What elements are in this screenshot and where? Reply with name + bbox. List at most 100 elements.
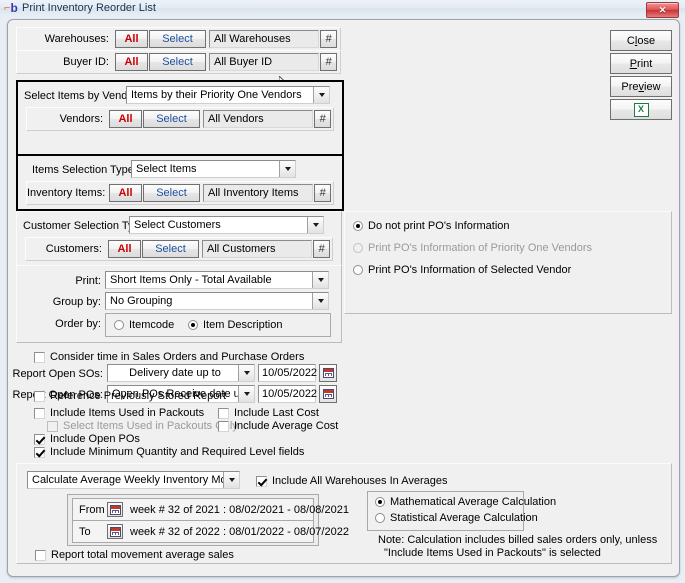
items-selection-panel: Items Selection Type: Select Items Inven… [16, 154, 344, 211]
checkbox-unchecked-icon [34, 351, 45, 363]
close-window-button[interactable]: ✕ [646, 2, 679, 18]
inventory-items-all-button[interactable]: All [109, 184, 142, 202]
checkbox-unchecked-disabled-icon [47, 420, 58, 432]
include-min-qty-label: Include Minimum Quantity and Required Le… [50, 446, 305, 458]
report-total-movement-checkbox[interactable]: Report total movement average sales [35, 549, 234, 561]
include-open-pos-checkbox[interactable]: Include Open POs [34, 433, 140, 445]
report-open-sos-combo[interactable]: Delivery date up to [107, 364, 255, 382]
report-open-pos-calendar-button[interactable] [319, 385, 337, 403]
customer-selection-panel: Customer Selection Type: Select Customer… [16, 211, 342, 267]
po-do-not-print-radio[interactable]: Do not print PO's Information [353, 220, 510, 232]
report-open-pos-date-input[interactable]: 10/05/2022 [258, 385, 317, 403]
vendors-hash-button[interactable]: # [314, 110, 331, 128]
reference-stored-report-label: Reference Previously Stored Report [50, 390, 227, 402]
print-combo[interactable]: Short Items Only - Total Available [105, 271, 329, 289]
average-movement-panel: Calculate Average Weekly Inventory Movem… [16, 463, 672, 564]
buyer-id-select-button[interactable]: Select [149, 53, 206, 71]
chevron-down-icon[interactable] [223, 472, 239, 488]
include-min-qty-checkbox[interactable]: Include Minimum Quantity and Required Le… [34, 446, 304, 458]
average-movement-combo[interactable]: Calculate Average Weekly Inventory Movem… [27, 471, 240, 489]
calendar-icon [322, 368, 334, 378]
preview-button[interactable]: Preview [610, 76, 672, 97]
include-average-cost-checkbox[interactable]: Include Average Cost [218, 420, 338, 432]
reference-stored-report-checkbox[interactable]: Reference Previously Stored Report [34, 390, 226, 402]
inventory-items-value-field[interactable]: All Inventory Items [203, 184, 313, 202]
po-priority-one-vendors-label: Print PO's Information of Priority One V… [368, 242, 593, 254]
week-from-calendar-button[interactable] [107, 502, 123, 517]
warehouses-hash-button[interactable]: # [320, 30, 337, 48]
checkbox-unchecked-icon [218, 420, 229, 432]
include-items-packouts-checkbox[interactable]: Include Items Used in Packouts [34, 407, 204, 419]
items-selection-type-combo[interactable]: Select Items [131, 160, 296, 178]
vendors-all-button[interactable]: All [109, 110, 142, 128]
chevron-down-icon[interactable] [238, 365, 254, 381]
customers-value-field[interactable]: All Customers [202, 240, 312, 258]
week-to-calendar-button[interactable] [107, 524, 123, 539]
buyer-id-value-field[interactable]: All Buyer ID [209, 53, 319, 71]
warehouses-value-field[interactable]: All Warehouses [209, 30, 319, 48]
average-calculation-group: Mathematical Average Calculation Statist… [367, 491, 556, 531]
window-title: Print Inventory Reorder List [22, 2, 156, 14]
print-button[interactable]: Print [610, 53, 672, 74]
customers-select-button[interactable]: Select [142, 240, 199, 258]
include-all-warehouses-checkbox[interactable]: Include All Warehouses In Averages [256, 475, 448, 487]
vendors-label: Vendors: [59, 113, 103, 125]
report-open-sos-date-input[interactable]: 10/05/2022 [258, 364, 317, 382]
close-button[interactable]: Close [610, 30, 672, 51]
group-by-combo[interactable]: No Grouping [105, 292, 329, 310]
buyer-id-label: Buyer ID: [63, 56, 109, 68]
order-by-item-description-radio[interactable]: Item Description [188, 319, 282, 331]
order-by-label: Order by: [55, 318, 101, 330]
report-open-sos-calendar-button[interactable] [319, 364, 337, 382]
select-items-by-vendor-combo[interactable]: Items by their Priority One Vendors [126, 86, 330, 104]
title-bar: ⌐ b Print Inventory Reorder List [0, 0, 685, 16]
print-value: Short Items Only - Total Available [110, 274, 272, 286]
excel-export-icon: X [633, 102, 649, 117]
customer-selection-type-value: Select Customers [134, 219, 221, 231]
statistical-average-label: Statistical Average Calculation [390, 512, 538, 524]
chevron-down-icon[interactable] [307, 217, 323, 233]
mathematical-average-radio[interactable]: Mathematical Average Calculation [375, 496, 556, 508]
vendors-row: Vendors: All Select All Vendors # [26, 107, 334, 131]
chevron-down-icon[interactable] [313, 87, 329, 103]
chevron-down-icon[interactable] [312, 272, 328, 288]
mathematical-average-label: Mathematical Average Calculation [390, 496, 557, 508]
chevron-down-icon[interactable] [279, 161, 295, 177]
warehouses-all-button[interactable]: All [115, 30, 148, 48]
customers-hash-button[interactable]: # [313, 240, 330, 258]
select-items-packouts-only-checkbox: Select Items Used in Packouts Only [47, 420, 238, 432]
include-last-cost-label: Include Last Cost [234, 407, 319, 419]
include-average-cost-label: Include Average Cost [234, 420, 339, 432]
order-by-itemcode-radio[interactable]: Itemcode [114, 319, 174, 331]
buyer-id-hash-button[interactable]: # [320, 53, 337, 71]
week-from-label: From [79, 504, 105, 516]
print-label: Print: [75, 275, 101, 287]
statistical-average-radio[interactable]: Statistical Average Calculation [375, 512, 538, 524]
checkbox-unchecked-icon [34, 407, 45, 419]
vendors-value-field[interactable]: All Vendors [203, 110, 313, 128]
inventory-items-label: Inventory Items: [27, 187, 106, 199]
checkbox-unchecked-icon [34, 390, 45, 402]
excel-export-button[interactable]: X [610, 99, 672, 120]
po-do-not-print-label: Do not print PO's Information [368, 220, 510, 232]
consider-time-checkbox[interactable]: Consider time in Sales Orders and Purcha… [34, 351, 304, 363]
report-open-sos-value: Delivery date up to [129, 367, 221, 379]
inventory-items-select-button[interactable]: Select [143, 184, 200, 202]
include-last-cost-checkbox[interactable]: Include Last Cost [218, 407, 319, 419]
customer-selection-type-combo[interactable]: Select Customers [129, 216, 324, 234]
checkbox-checked-icon [34, 446, 45, 458]
select-items-by-vendor-value: Items by their Priority One Vendors [131, 89, 302, 101]
chevron-down-icon[interactable] [238, 386, 254, 402]
inventory-items-hash-button[interactable]: # [314, 184, 331, 202]
vendors-select-button[interactable]: Select [143, 110, 200, 128]
customers-all-button[interactable]: All [108, 240, 141, 258]
average-calc-note-line1: Note: Calculation includes billed sales … [378, 534, 658, 546]
checkbox-checked-icon [34, 433, 45, 445]
report-open-sos-label: Report Open SOs: [12, 368, 104, 380]
buyer-id-all-button[interactable]: All [115, 53, 148, 71]
chevron-down-icon[interactable] [312, 293, 328, 309]
items-selection-type-label: Items Selection Type: [32, 164, 137, 176]
warehouses-select-button[interactable]: Select [149, 30, 206, 48]
order-by-item-description-label: Item Description [203, 319, 283, 331]
po-selected-vendor-radio[interactable]: Print PO's Information of Selected Vendo… [353, 264, 571, 276]
